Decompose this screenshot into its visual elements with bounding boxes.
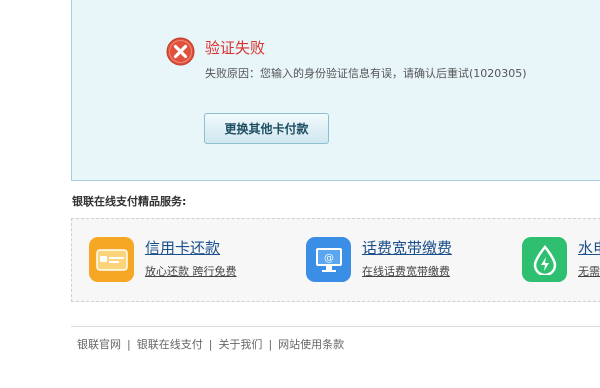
- error-icon: [166, 37, 195, 66]
- services-heading: 银联在线支付精品服务:: [72, 195, 187, 208]
- service-title[interactable]: 水电: [578, 237, 600, 258]
- footer-link-about[interactable]: 关于我们: [218, 336, 262, 352]
- service-subtitle[interactable]: 无需: [578, 263, 600, 279]
- footer-link-unionpay[interactable]: 银联官网: [77, 336, 121, 352]
- service-subtitle[interactable]: 放心还款 跨行免费: [145, 263, 237, 279]
- footer-link-terms[interactable]: 网站使用条款: [278, 336, 344, 352]
- footer-separator: |: [208, 337, 213, 351]
- error-title: 验证失败: [205, 39, 266, 57]
- service-title[interactable]: 信用卡还款: [145, 237, 220, 258]
- footer-separator: |: [127, 337, 131, 351]
- monitor-icon[interactable]: @: [306, 237, 351, 282]
- footer-link-online-pay[interactable]: 银联在线支付: [137, 336, 203, 352]
- svg-text:@: @: [324, 253, 334, 264]
- footer-links: 银联官网 | 银联在线支付 | 关于我们 | 网站使用条款: [77, 336, 344, 352]
- service-subtitle[interactable]: 在线话费宽带缴费: [362, 263, 450, 279]
- change-card-button[interactable]: 更换其他卡付款: [204, 113, 329, 144]
- service-title[interactable]: 话费宽带缴费: [362, 237, 452, 258]
- footer-divider: [71, 326, 600, 327]
- water-drop-icon[interactable]: [522, 237, 567, 282]
- error-reason: 失败原因：您输入的身份验证信息有误，请确认后重试(1020305): [205, 67, 527, 80]
- credit-card-icon[interactable]: [89, 237, 134, 282]
- footer-separator: |: [268, 337, 273, 351]
- error-panel: [71, 0, 600, 181]
